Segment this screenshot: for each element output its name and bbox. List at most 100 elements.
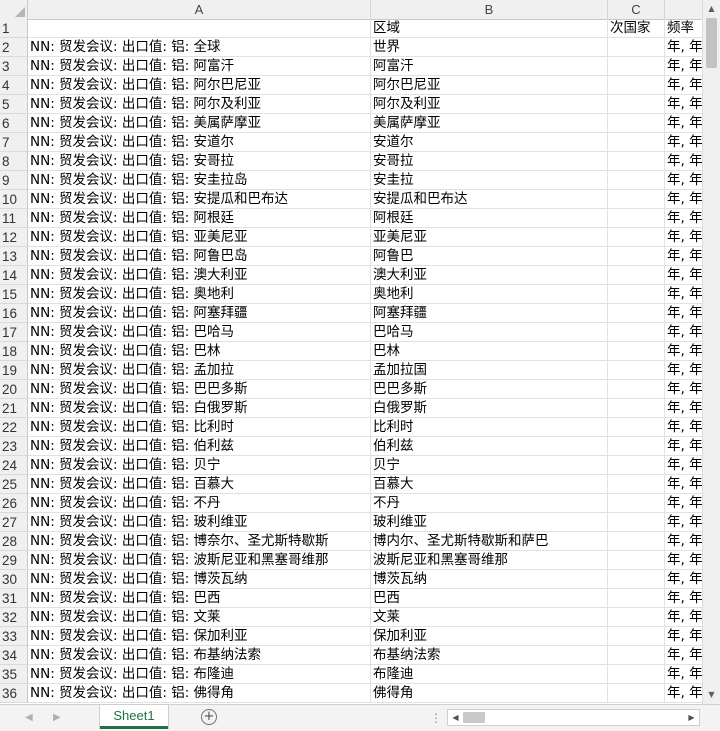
cell-subnational[interactable] — [608, 342, 665, 361]
cell-region[interactable]: 不丹 — [371, 494, 608, 513]
cell-region[interactable]: 巴林 — [371, 342, 608, 361]
cell-subnational[interactable] — [608, 114, 665, 133]
cell-series-name[interactable]: NN: 贸发会议: 出口值: 铝: 安哥拉 — [28, 152, 371, 171]
cell-region[interactable]: 保加利亚 — [371, 627, 608, 646]
cell-region[interactable]: 波斯尼亚和黑塞哥维那 — [371, 551, 608, 570]
row-number[interactable]: 9 — [0, 171, 28, 190]
row-number[interactable]: 7 — [0, 133, 28, 152]
cell-frequency[interactable]: 年, 年 — [665, 494, 702, 513]
add-sheet-icon[interactable]: + — [201, 709, 217, 725]
cell-series-name[interactable]: NN: 贸发会议: 出口值: 铝: 奥地利 — [28, 285, 371, 304]
row-number[interactable]: 22 — [0, 418, 28, 437]
scroll-right-icon[interactable]: ▶ — [684, 710, 699, 725]
select-all-corner[interactable] — [0, 0, 28, 19]
row-number[interactable]: 15 — [0, 285, 28, 304]
cell-series-name[interactable]: NN: 贸发会议: 出口值: 铝: 文莱 — [28, 608, 371, 627]
cell-subnational[interactable] — [608, 171, 665, 190]
row-number[interactable]: 19 — [0, 361, 28, 380]
cell-subnational[interactable] — [608, 399, 665, 418]
cell-frequency[interactable]: 年, 年 — [665, 209, 702, 228]
cell-frequency[interactable]: 年, 年 — [665, 95, 702, 114]
cell-frequency[interactable]: 年, 年 — [665, 361, 702, 380]
cell-subnational[interactable] — [608, 646, 665, 665]
row-number[interactable]: 4 — [0, 76, 28, 95]
column-header-b[interactable]: B — [371, 0, 608, 19]
cell-series-name[interactable]: NN: 贸发会议: 出口值: 铝: 美属萨摩亚 — [28, 114, 371, 133]
cell-region[interactable]: 孟加拉国 — [371, 361, 608, 380]
cell-region[interactable]: 伯利兹 — [371, 437, 608, 456]
cell-series-name[interactable]: NN: 贸发会议: 出口值: 铝: 阿富汗 — [28, 57, 371, 76]
cell-series-name[interactable]: NN: 贸发会议: 出口值: 铝: 佛得角 — [28, 684, 371, 703]
cell-region[interactable]: 百慕大 — [371, 475, 608, 494]
cell-subnational[interactable] — [608, 38, 665, 57]
cell-region[interactable]: 巴哈马 — [371, 323, 608, 342]
row-number[interactable]: 35 — [0, 665, 28, 684]
row-number[interactable]: 29 — [0, 551, 28, 570]
row-number[interactable]: 30 — [0, 570, 28, 589]
cell-frequency[interactable]: 年, 年 — [665, 456, 702, 475]
cell-frequency[interactable]: 年, 年 — [665, 608, 702, 627]
cell-region[interactable]: 布基纳法索 — [371, 646, 608, 665]
cell-series-name[interactable]: NN: 贸发会议: 出口值: 铝: 全球 — [28, 38, 371, 57]
cell-region[interactable]: 阿塞拜疆 — [371, 304, 608, 323]
cell-region[interactable]: 文莱 — [371, 608, 608, 627]
cell-subnational[interactable] — [608, 475, 665, 494]
cell-region[interactable]: 阿鲁巴 — [371, 247, 608, 266]
cell-subnational[interactable] — [608, 190, 665, 209]
cell-region[interactable]: 安圭拉 — [371, 171, 608, 190]
cell-region[interactable]: 博茨瓦纳 — [371, 570, 608, 589]
cell-series-name[interactable]: NN: 贸发会议: 出口值: 铝: 贝宁 — [28, 456, 371, 475]
row-number[interactable]: 2 — [0, 38, 28, 57]
cell-subnational[interactable] — [608, 380, 665, 399]
row-number[interactable]: 6 — [0, 114, 28, 133]
cell-subnational[interactable] — [608, 152, 665, 171]
row-number[interactable]: 24 — [0, 456, 28, 475]
row-number[interactable]: 33 — [0, 627, 28, 646]
cell-series-name[interactable]: NN: 贸发会议: 出口值: 铝: 保加利亚 — [28, 627, 371, 646]
vertical-scrollbar[interactable]: ▲ ▼ — [702, 0, 720, 704]
row-number[interactable]: 18 — [0, 342, 28, 361]
cell-series-name[interactable]: NN: 贸发会议: 出口值: 铝: 布基纳法索 — [28, 646, 371, 665]
row-number[interactable]: 17 — [0, 323, 28, 342]
scroll-down-icon[interactable]: ▼ — [703, 686, 720, 703]
cell-region[interactable]: 玻利维亚 — [371, 513, 608, 532]
cell-series-name[interactable]: NN: 贸发会议: 出口值: 铝: 巴林 — [28, 342, 371, 361]
sheet-nav-right-icon[interactable]: ▶ — [53, 705, 61, 731]
row-number[interactable]: 26 — [0, 494, 28, 513]
cell-frequency[interactable]: 年, 年 — [665, 589, 702, 608]
row-number[interactable]: 8 — [0, 152, 28, 171]
cell-frequency[interactable]: 年, 年 — [665, 171, 702, 190]
cell-region[interactable]: 安哥拉 — [371, 152, 608, 171]
row-number[interactable]: 20 — [0, 380, 28, 399]
row-number[interactable]: 23 — [0, 437, 28, 456]
vertical-scroll-thumb[interactable] — [706, 18, 717, 68]
cell-frequency[interactable]: 年, 年 — [665, 114, 702, 133]
row-number[interactable]: 16 — [0, 304, 28, 323]
cell-frequency[interactable]: 年, 年 — [665, 532, 702, 551]
scroll-left-icon[interactable]: ◀ — [448, 710, 463, 725]
cell-series-name[interactable]: NN: 贸发会议: 出口值: 铝: 阿塞拜疆 — [28, 304, 371, 323]
row-number[interactable]: 10 — [0, 190, 28, 209]
cell-b1[interactable]: 区域 — [371, 19, 608, 38]
cell-frequency[interactable]: 年, 年 — [665, 38, 702, 57]
cell-series-name[interactable]: NN: 贸发会议: 出口值: 铝: 波斯尼亚和黑塞哥维那 — [28, 551, 371, 570]
cell-frequency[interactable]: 年, 年 — [665, 513, 702, 532]
cell-subnational[interactable] — [608, 133, 665, 152]
cell-c1[interactable]: 次国家 — [608, 19, 665, 38]
cell-subnational[interactable] — [608, 209, 665, 228]
cell-frequency[interactable]: 年, 年 — [665, 228, 702, 247]
cell-series-name[interactable]: NN: 贸发会议: 出口值: 铝: 布隆迪 — [28, 665, 371, 684]
cell-a1[interactable] — [28, 19, 371, 38]
cell-region[interactable]: 比利时 — [371, 418, 608, 437]
cell-series-name[interactable]: NN: 贸发会议: 出口值: 铝: 阿尔巴尼亚 — [28, 76, 371, 95]
cell-region[interactable]: 阿尔及利亚 — [371, 95, 608, 114]
cell-frequency[interactable]: 年, 年 — [665, 247, 702, 266]
cell-series-name[interactable]: NN: 贸发会议: 出口值: 铝: 百慕大 — [28, 475, 371, 494]
cell-region[interactable]: 奥地利 — [371, 285, 608, 304]
cell-subnational[interactable] — [608, 57, 665, 76]
cell-region[interactable]: 亚美尼亚 — [371, 228, 608, 247]
cell-region[interactable]: 澳大利亚 — [371, 266, 608, 285]
cell-series-name[interactable]: NN: 贸发会议: 出口值: 铝: 阿根廷 — [28, 209, 371, 228]
cell-series-name[interactable]: NN: 贸发会议: 出口值: 铝: 澳大利亚 — [28, 266, 371, 285]
cell-frequency[interactable]: 年, 年 — [665, 646, 702, 665]
